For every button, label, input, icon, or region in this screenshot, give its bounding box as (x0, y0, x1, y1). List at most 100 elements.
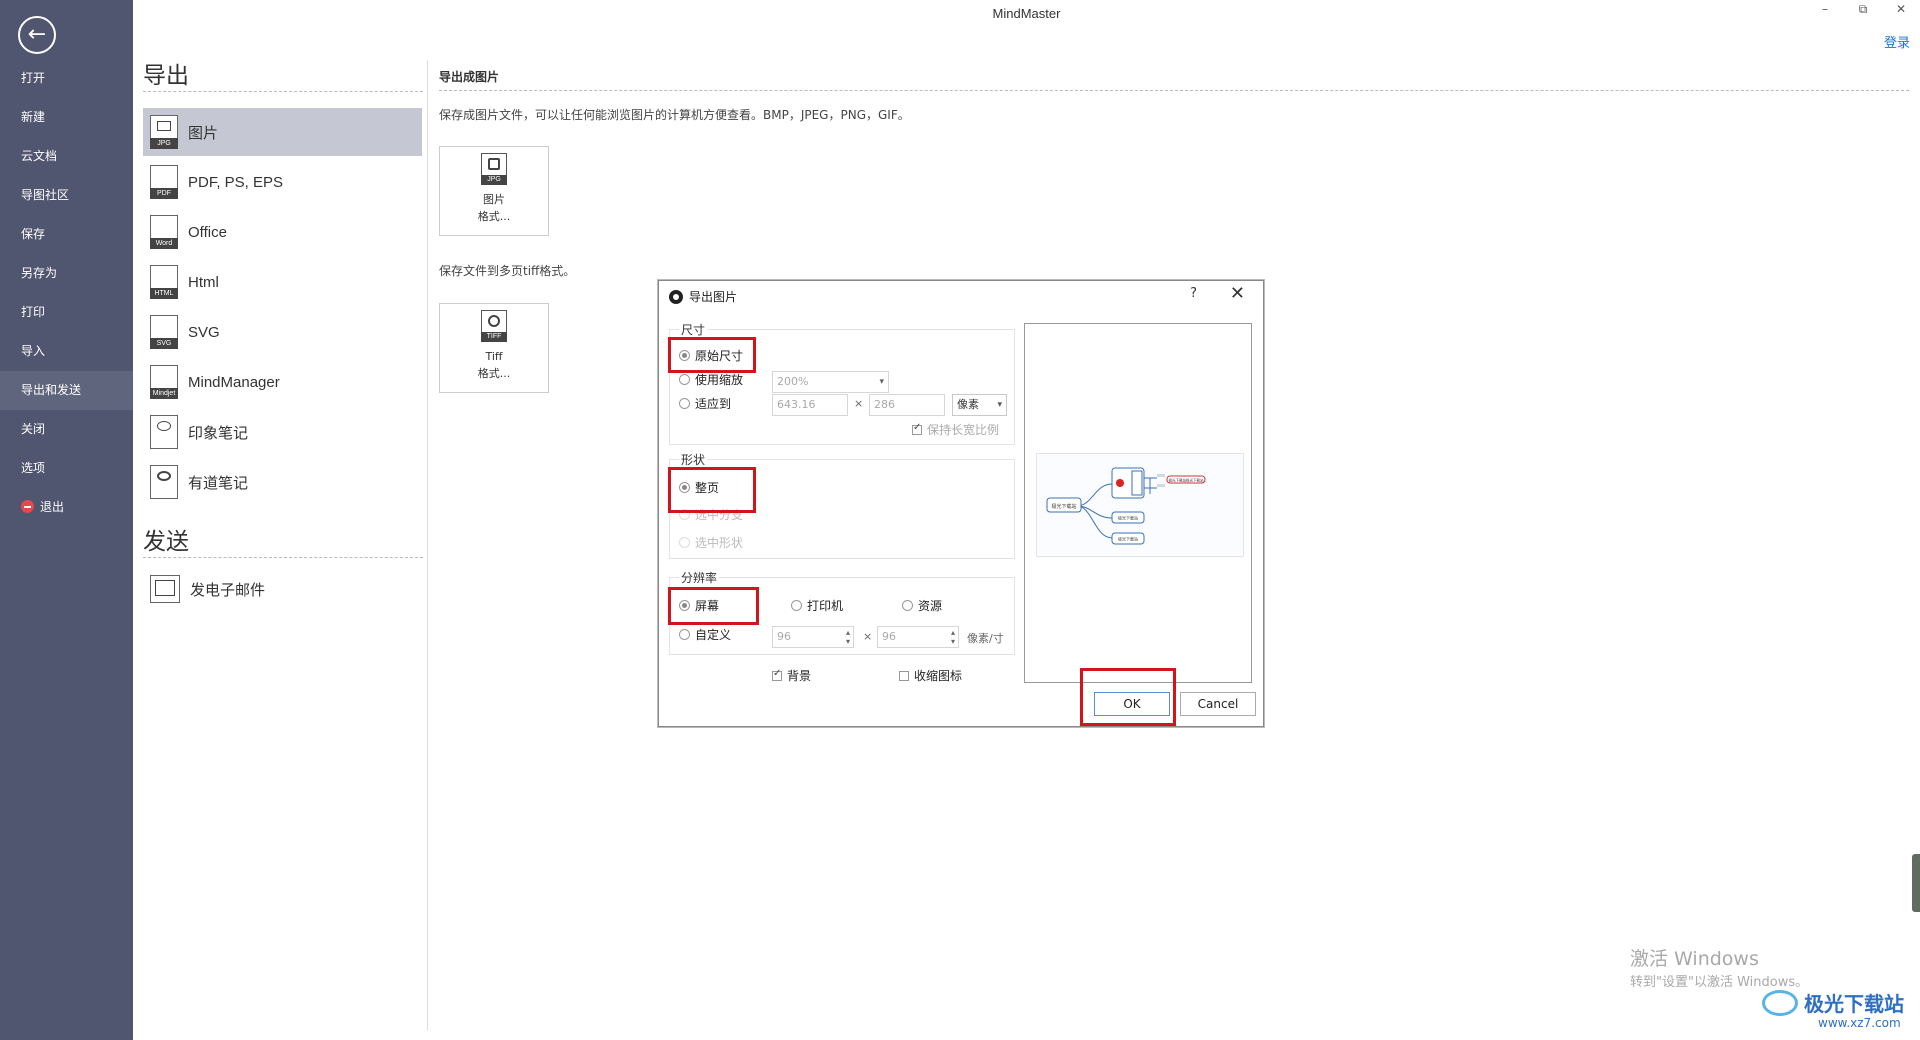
sidebar-item-community[interactable]: 导图社区 (0, 176, 133, 215)
preview-root-node: 极光下载站 (1051, 503, 1076, 510)
send-label: 发电子邮件 (190, 581, 266, 599)
dpi-times-sign: × (863, 630, 873, 643)
send-divider (143, 557, 423, 558)
dialog-title: 导出图片 (669, 288, 737, 305)
sidebar-item-print[interactable]: 打印 (0, 293, 133, 332)
sidebar-item-close[interactable]: 关闭 (0, 410, 133, 449)
radio-fit-to[interactable]: 适应到 (679, 395, 731, 412)
preview-mindmap: 极光下载站 极光下载站极光下载站 极光下载站 极光下载站 (1036, 453, 1244, 557)
send-section-title: 发送 (143, 529, 189, 555)
format-label: Html (188, 273, 219, 291)
radio-selected-shape[interactable]: 选中形状 (679, 534, 743, 551)
cancel-button[interactable]: Cancel (1180, 692, 1256, 716)
resolution-group-label: 分辨率 (679, 569, 720, 586)
tiff-description: 保存文件到多页tiff格式。 (439, 264, 576, 278)
dpi-x-input[interactable]: 96 (772, 626, 854, 648)
radio-circle (791, 600, 802, 611)
radio-circle (679, 374, 690, 385)
pdf-icon: PDF (150, 165, 178, 199)
checkbox-box (772, 668, 782, 681)
shape-group-label: 形状 (679, 451, 708, 468)
highlight-whole-page (668, 467, 756, 513)
format-item-image[interactable]: JPG 图片 (143, 108, 422, 156)
format-label: 图片 (188, 124, 219, 142)
sidebar-item-import[interactable]: 导入 (0, 332, 133, 371)
format-item-office[interactable]: Word Office (143, 208, 422, 256)
radio-circle (679, 398, 690, 409)
collapse-icon-checkbox[interactable]: 收缩图标 (899, 667, 962, 684)
fit-height-input[interactable]: 286 (869, 394, 945, 416)
sidebar-item-options[interactable]: 选项 (0, 449, 133, 488)
radio-circle (679, 629, 690, 640)
sidebar-item-save[interactable]: 保存 (0, 215, 133, 254)
sidebar-item-exit[interactable]: 退出 (0, 488, 133, 527)
help-button[interactable]: ? (1190, 286, 1197, 301)
image-format-label: 图片 格式... (477, 193, 511, 223)
site-brand: 极光下载站 (1762, 988, 1904, 1017)
sidebar-item-save-as[interactable]: 另存为 (0, 254, 133, 293)
format-item-svg[interactable]: SVG SVG (143, 308, 422, 356)
content-divider (439, 90, 1909, 91)
dpi-y-input[interactable]: 96 (877, 626, 959, 648)
site-url: www.xz7.com (1818, 1016, 1901, 1030)
back-arrow-icon: ← (27, 22, 47, 47)
background-checkbox[interactable]: 背景 (772, 667, 811, 684)
format-label: PDF, PS, EPS (188, 173, 284, 191)
image-description: 保存成图片文件，可以让任何能浏览图片的计算机方便查看。BMP，JPEG，PNG，… (439, 108, 910, 122)
content-heading: 导出成图片 (439, 70, 500, 84)
sidebar-item-exit-label: 退出 (40, 500, 65, 514)
dpi-unit: 像素/寸 (967, 632, 1004, 645)
side-scroll-handle[interactable] (1912, 854, 1920, 912)
export-divider (143, 91, 423, 92)
jpg-format-icon: JPG (481, 153, 507, 185)
format-item-youdao[interactable]: 有道笔记 (143, 458, 422, 506)
brand-logo-icon (1762, 989, 1798, 1016)
preview-node-2: 极光下载站 (1118, 515, 1138, 521)
activate-windows-title: 激活 Windows (1630, 948, 1759, 970)
preview-leaf-node: 极光下载站极光下载站 (1169, 478, 1204, 483)
exit-icon (21, 500, 34, 513)
unit-select[interactable]: 像素 (952, 394, 1007, 416)
app-window: ← 打开 新建 云文档 导图社区 保存 另存为 打印 导入 导出和发送 关闭 选… (0, 0, 1920, 1040)
radio-printer[interactable]: 打印机 (791, 597, 843, 614)
radio-use-scale[interactable]: 使用缩放 (679, 371, 743, 388)
preview-node-3: 极光下载站 (1118, 536, 1138, 542)
checkbox-box (899, 670, 909, 681)
format-item-html[interactable]: HTML Html (143, 258, 422, 306)
radio-custom[interactable]: 自定义 (679, 626, 731, 643)
fit-width-input[interactable]: 643.16 (772, 394, 848, 416)
image-format-button[interactable]: JPG 图片 格式... (439, 146, 549, 236)
sidebar-item-export-send[interactable]: 导出和发送 (0, 371, 133, 410)
sidebar-item-open[interactable]: 打开 (0, 59, 133, 98)
format-item-pdf[interactable]: PDF PDF, PS, EPS (143, 158, 422, 206)
times-sign: × (854, 397, 864, 410)
tiff-format-icon: TIFF (481, 310, 507, 342)
dialog-close-button[interactable]: ✕ (1230, 283, 1245, 304)
mindjet-icon: Mindjet (150, 365, 178, 399)
back-button[interactable]: ← (18, 16, 56, 54)
tiff-format-button[interactable]: TIFF Tiff 格式... (439, 303, 549, 393)
youdao-icon (150, 465, 178, 499)
keep-ratio-checkbox[interactable]: 保持长宽比例 (912, 421, 999, 438)
send-item-email[interactable]: 发电子邮件 (143, 565, 422, 613)
size-group-label: 尺寸 (679, 321, 708, 338)
panel-separator (427, 60, 428, 1030)
radio-source[interactable]: 资源 (902, 597, 942, 614)
sidebar-item-cloud[interactable]: 云文档 (0, 137, 133, 176)
export-panel: 导出 JPG 图片 PDF PDF, PS, EPS Word Office H… (133, 0, 427, 1040)
email-icon (150, 575, 180, 603)
scale-select[interactable]: 200% (772, 371, 889, 393)
format-item-mindmanager[interactable]: Mindjet MindManager (143, 358, 422, 406)
sidebar-menu: 打开 新建 云文档 导图社区 保存 另存为 打印 导入 导出和发送 关闭 选项 … (0, 59, 133, 527)
backstage-sidebar: ← 打开 新建 云文档 导图社区 保存 另存为 打印 导入 导出和发送 关闭 选… (0, 0, 133, 1040)
checkbox-box (912, 422, 922, 435)
radio-circle (902, 600, 913, 611)
svg-icon: SVG (150, 315, 178, 349)
sidebar-item-new[interactable]: 新建 (0, 98, 133, 137)
highlight-ok (1080, 668, 1176, 726)
mindmap-thumbnail: 极光下载站 极光下载站极光下载站 极光下载站 极光下载站 (1046, 467, 1206, 545)
format-label: 印象笔记 (188, 424, 249, 442)
highlight-original-size (668, 337, 756, 373)
mindmaster-logo-icon (669, 289, 683, 304)
format-item-evernote[interactable]: 印象笔记 (143, 408, 422, 456)
